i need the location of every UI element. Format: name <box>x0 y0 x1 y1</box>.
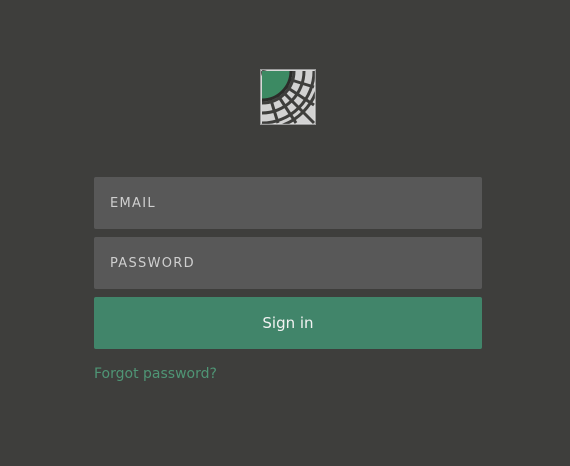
forgot-password-link[interactable]: Forgot password? <box>94 366 217 382</box>
login-page: Sign in Forgot password? <box>0 0 570 466</box>
email-input[interactable] <box>110 195 466 211</box>
app-logo <box>260 69 316 125</box>
web-grid-logo-icon <box>260 69 316 125</box>
email-field[interactable] <box>94 177 482 229</box>
sign-in-button[interactable]: Sign in <box>94 297 482 349</box>
password-field[interactable] <box>94 237 482 289</box>
password-input[interactable] <box>110 255 466 271</box>
